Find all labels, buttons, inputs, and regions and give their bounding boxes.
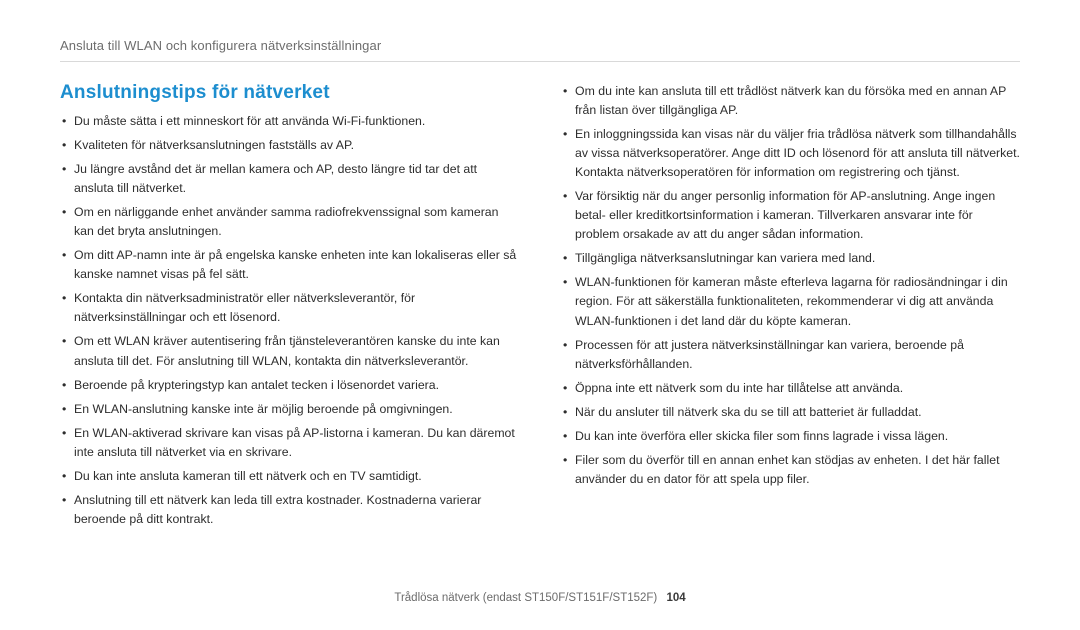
list-item: Du måste sätta i ett minneskort för att …	[60, 112, 519, 131]
list-item: Filer som du överför till en annan enhet…	[561, 451, 1020, 489]
right-bullet-list: Om du inte kan ansluta till ett trådlöst…	[561, 82, 1020, 489]
divider	[60, 61, 1020, 62]
list-item: En WLAN-aktiverad skrivare kan visas på …	[60, 424, 519, 462]
list-item: Processen för att justera nätverksinstäl…	[561, 336, 1020, 374]
list-item: WLAN-funktionen för kameran måste efterl…	[561, 273, 1020, 330]
breadcrumb: Ansluta till WLAN och konfigurera nätver…	[60, 38, 1020, 53]
list-item: En inloggningssida kan visas när du välj…	[561, 125, 1020, 182]
list-item: Du kan inte ansluta kameran till ett nät…	[60, 467, 519, 486]
list-item: Om ditt AP-namn inte är på engelska kans…	[60, 246, 519, 284]
section-title: Anslutningstips för nätverket	[60, 82, 519, 104]
page-number: 104	[666, 592, 685, 604]
list-item: Du kan inte överföra eller skicka filer …	[561, 427, 1020, 446]
list-item: Om ett WLAN kräver autentisering från tj…	[60, 332, 519, 370]
page-footer: Trådlösa nätverk (endast ST150F/ST151F/S…	[0, 592, 1080, 604]
page: Ansluta till WLAN och konfigurera nätver…	[0, 0, 1080, 630]
list-item: Kvaliteten för nätverksanslutningen fast…	[60, 136, 519, 155]
list-item: Öppna inte ett nätverk som du inte har t…	[561, 379, 1020, 398]
list-item: När du ansluter till nätverk ska du se t…	[561, 403, 1020, 422]
list-item: Ju längre avstånd det är mellan kamera o…	[60, 160, 519, 198]
body-columns: Anslutningstips för nätverket Du måste s…	[60, 82, 1020, 534]
list-item: Var försiktig när du anger personlig inf…	[561, 187, 1020, 244]
list-item: Beroende på krypteringstyp kan antalet t…	[60, 376, 519, 395]
list-item: Anslutning till ett nätverk kan leda til…	[60, 491, 519, 529]
left-bullet-list: Du måste sätta i ett minneskort för att …	[60, 112, 519, 529]
list-item: Om en närliggande enhet använder samma r…	[60, 203, 519, 241]
list-item: Kontakta din nätverksadministratör eller…	[60, 289, 519, 327]
list-item: Om du inte kan ansluta till ett trådlöst…	[561, 82, 1020, 120]
right-column: Om du inte kan ansluta till ett trådlöst…	[561, 82, 1020, 534]
left-column: Anslutningstips för nätverket Du måste s…	[60, 82, 519, 534]
footer-text: Trådlösa nätverk (endast ST150F/ST151F/S…	[394, 592, 657, 604]
list-item: En WLAN-anslutning kanske inte är möjlig…	[60, 400, 519, 419]
list-item: Tillgängliga nätverksanslutningar kan va…	[561, 249, 1020, 268]
